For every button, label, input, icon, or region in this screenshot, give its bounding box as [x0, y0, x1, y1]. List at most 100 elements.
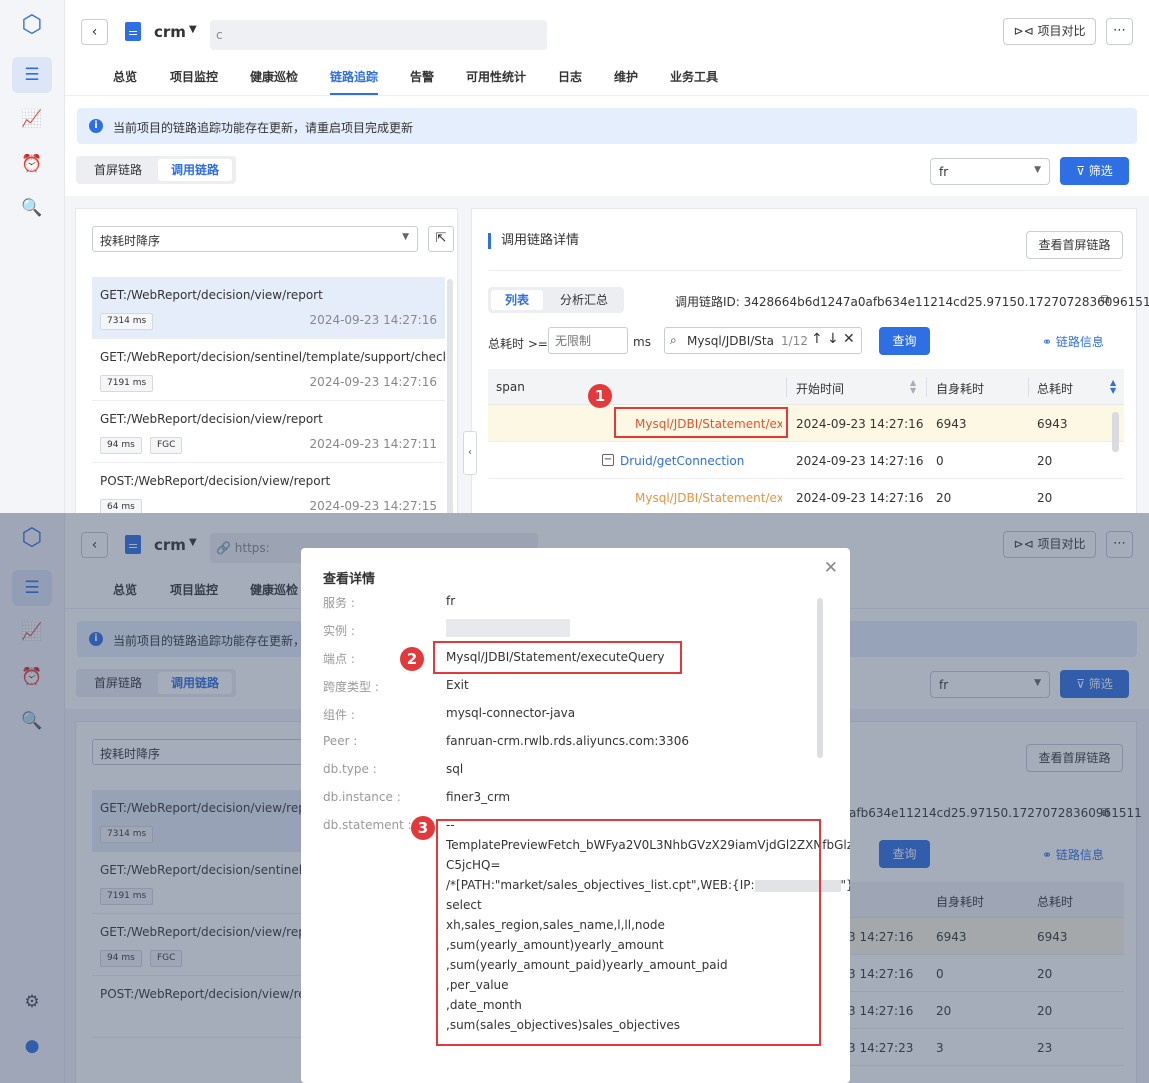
arrow-down-icon[interactable]: ↓: [827, 331, 839, 347]
project-url: c: [210, 20, 547, 50]
tab-project-monitor[interactable]: 项目监控: [170, 68, 218, 85]
field-key: db.type :: [323, 762, 377, 776]
sort-icon[interactable]: ▲ ▼: [910, 379, 916, 395]
table-row[interactable]: − Druid/getConnection 2024-09-23 14:27:1…: [488, 442, 1124, 479]
col-total-time[interactable]: 总耗时: [1037, 380, 1073, 397]
field-key: db.instance :: [323, 790, 401, 804]
field-key: 组件 :: [323, 708, 355, 722]
view-segment: 列表 分析汇总: [488, 287, 624, 313]
span-table: span 开始时间 ▲ ▼ 自身耗时 总耗时 ▲ ▼ Mysql/JDBI/Stat…: [488, 369, 1124, 513]
field-value: fr: [446, 594, 456, 608]
tab-availability[interactable]: 可用性统计: [466, 68, 526, 85]
tab-overview[interactable]: 总览: [113, 68, 137, 85]
more-button[interactable]: ⋯: [1106, 18, 1133, 45]
start-time-cell: 2024-09-23 14:27:16: [796, 491, 924, 505]
statement-line-part: "}}*/: [840, 878, 850, 892]
trace-time: 2024-09-23 14:27:11: [309, 437, 437, 451]
total-time-cell: 20: [1037, 454, 1053, 468]
list-scrollbar[interactable]: [447, 279, 453, 513]
table-row[interactable]: Mysql/JDBI/Statement/exec 2024-09-23 14:…: [488, 405, 1124, 442]
total-time-cell: 20: [1037, 491, 1053, 505]
highlight-box-3: [436, 819, 821, 1046]
view-first-screen-button[interactable]: 查看首屏链路: [1026, 231, 1123, 259]
trace-path: GET:/WebReport/decision/view/report: [100, 412, 323, 426]
nav-search-icon[interactable]: 🔍: [12, 190, 52, 226]
tab-alarm[interactable]: 告警: [410, 68, 434, 85]
app-logo-icon: ⬡: [21, 10, 43, 38]
bottom-screenshot: ⬡ ☰ 📈 ⏰ 🔍 ⚙ ● ‹ crm ▼ 🔗 https: ⊳⊲ 项目对比 ⋯…: [0, 513, 1149, 1083]
trace-detail-panel: ‹ 调用链路详情 查看首屏链路 列表 分析汇总 调用链路ID: 3428664b…: [463, 208, 1149, 513]
list-item[interactable]: GET:/WebReport/decision/view/report 7314…: [92, 277, 445, 339]
field-value: mysql-connector-java: [446, 706, 576, 720]
ms-unit: ms: [633, 335, 651, 349]
tab-log[interactable]: 日志: [558, 68, 582, 85]
chevron-down-icon[interactable]: ▼: [189, 24, 197, 35]
compare-button[interactable]: ⊳⊲ 项目对比: [1003, 18, 1096, 45]
col-start-time[interactable]: 开始时间: [796, 380, 844, 397]
export-icon[interactable]: ⇱: [428, 226, 454, 252]
tab-business-tools[interactable]: 业务工具: [670, 68, 718, 85]
list-item[interactable]: GET:/WebReport/decision/sentinel/templat…: [92, 339, 445, 401]
nav-chart-icon[interactable]: 📈: [12, 101, 52, 137]
sort-icon[interactable]: ▲ ▼: [1110, 379, 1116, 395]
table-row[interactable]: Mysql/JDBI/Statement/exec 2024-09-23 14:…: [488, 479, 1124, 513]
sort-select[interactable]: 按耗时降序 ▼: [92, 226, 418, 252]
chain-info-label: 链路信息: [1055, 335, 1104, 349]
field-key: 实例 :: [323, 624, 355, 638]
field-key: 跨度类型 :: [323, 680, 379, 694]
trace-list-panel: 按耗时降序 ▼ ⇱ GET:/WebReport/decision/view/re…: [75, 208, 458, 513]
col-span: span: [496, 380, 525, 394]
min-duration-input[interactable]: [548, 327, 628, 354]
chain-info-link[interactable]: ⚭ 链路信息: [1042, 333, 1104, 350]
table-scrollbar[interactable]: [1112, 412, 1119, 452]
nav-alarm-icon[interactable]: ⏰: [12, 146, 52, 182]
search-value: Mysql/JDBI/Statem: [687, 334, 773, 348]
collapse-handle[interactable]: ‹: [463, 431, 477, 475]
trace-time: 2024-09-23 14:27:15: [309, 499, 437, 513]
back-button[interactable]: ‹: [81, 19, 108, 45]
document-icon: [125, 22, 141, 41]
notice-text: 当前项目的链路追踪功能存在更新，请重启项目完成更新: [113, 121, 414, 135]
list-item[interactable]: POST:/WebReport/decision/view/report 64 …: [92, 463, 445, 513]
step-badge-2: 2: [400, 647, 424, 671]
search-icon: ⌕: [670, 333, 677, 347]
collapse-row-icon[interactable]: −: [602, 454, 614, 466]
nav-project-icon[interactable]: ☰: [12, 57, 52, 93]
project-name[interactable]: crm: [154, 23, 186, 41]
field-value: Exit: [446, 678, 469, 692]
start-time-cell: 2024-09-23 14:27:16: [796, 417, 924, 431]
modal-scrollbar[interactable]: [817, 598, 823, 758]
compare-label: 项目对比: [1037, 24, 1086, 38]
duration-badge: 64 ms: [100, 499, 142, 513]
total-time-cell: 6943: [1037, 417, 1068, 431]
service-select[interactable]: fr ▼: [930, 158, 1050, 185]
list-item[interactable]: GET:/WebReport/decision/view/report 94 m…: [92, 401, 445, 463]
tab-trace[interactable]: 链路追踪: [330, 68, 379, 95]
service-select-value: fr: [939, 165, 949, 179]
column-divider: [926, 377, 927, 397]
arrow-up-icon[interactable]: ↑: [811, 331, 823, 347]
filter-icon: ⊽: [1076, 164, 1089, 178]
filter-button[interactable]: ⊽ 筛选: [1060, 157, 1129, 185]
trace-id: 调用链路ID: 3428664b6d1247a0afb634e11214cd25…: [675, 295, 1149, 309]
self-time-cell: 20: [936, 491, 952, 505]
tab-maintenance[interactable]: 维护: [614, 68, 638, 85]
tab-health-check[interactable]: 健康巡检: [250, 68, 298, 85]
detail-modal: 查看详情 ✕ 服务 : fr 实例 : 端点 : Mysql/JDBI/Statem…: [301, 548, 850, 1083]
highlight-box-2: [433, 641, 682, 674]
trace-time: 2024-09-23 14:27:16: [309, 313, 437, 327]
update-notice: i 当前项目的链路追踪功能存在更新，请重启项目完成更新: [77, 108, 1137, 144]
close-icon[interactable]: ✕: [843, 331, 855, 347]
tab-call-chain[interactable]: 调用链路: [158, 159, 232, 181]
copy-icon[interactable]: ⧉: [1101, 292, 1110, 307]
tab-first-screen[interactable]: 首屏链路: [80, 159, 156, 181]
query-button[interactable]: 查询: [879, 327, 930, 355]
span-name[interactable]: Mysql/JDBI/Statement/exec: [635, 491, 782, 505]
span-search[interactable]: ⌕ Mysql/JDBI/Statem 1/12 ↑ ↓ ✕: [664, 327, 862, 354]
tab-list[interactable]: 列表: [491, 290, 543, 310]
close-icon[interactable]: ✕: [824, 558, 838, 578]
highlight-box-1: [614, 407, 788, 438]
tab-summary[interactable]: 分析汇总: [548, 290, 620, 310]
duration-badge: 94 ms: [100, 437, 142, 454]
span-name[interactable]: Druid/getConnection: [620, 454, 744, 468]
